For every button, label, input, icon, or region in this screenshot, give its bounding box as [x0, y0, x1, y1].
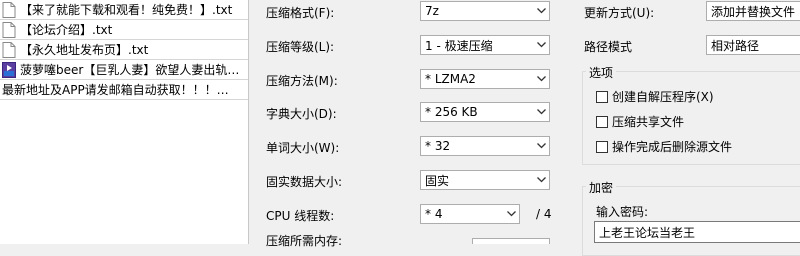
text-file-icon	[2, 21, 16, 38]
shared-files-checkbox-label: 压缩共享文件	[612, 115, 685, 129]
file-name: 菠萝噻beer【巨乳人妻】欲望人妻出轨…	[20, 63, 240, 77]
word-select-value: * 32	[425, 139, 451, 153]
file-list-item[interactable]: 最新地址及APP请发邮箱自动获取！！！…	[0, 80, 248, 100]
solid-select-value: 固实	[425, 173, 450, 188]
file-name: 【永久地址发布页】.txt	[20, 43, 149, 57]
level-select[interactable]: 1 - 极速压缩	[420, 35, 550, 55]
shared-files-checkbox[interactable]: 压缩共享文件	[596, 113, 684, 130]
update-select-value: 添加并替换文件	[711, 4, 796, 19]
format-label: 压缩格式(F):	[266, 6, 335, 20]
delete-source-checkbox-label: 操作完成后删除源文件	[612, 140, 733, 154]
dict-label: 字典大小(D):	[266, 107, 337, 121]
file-name: 最新地址及APP请发邮箱自动获取！！！…	[2, 83, 229, 97]
file-name: 【论坛介绍】.txt	[20, 23, 113, 37]
chevron-down-icon[interactable]	[533, 36, 549, 54]
file-list-item[interactable]: 【永久地址发布页】.txt	[0, 40, 248, 60]
encryption-group-title: 加密	[586, 179, 617, 196]
word-select[interactable]: * 32	[420, 136, 550, 156]
dict-select[interactable]: * 256 KB	[420, 102, 550, 122]
threads-select-value: * 4	[425, 207, 443, 221]
checkbox-box[interactable]	[596, 115, 608, 128]
method-label: 压缩方法(M):	[266, 74, 338, 88]
password-input[interactable]: 上老王论坛当老王	[594, 221, 800, 243]
chevron-down-icon[interactable]	[533, 103, 549, 121]
update-label: 更新方式(U):	[584, 6, 655, 20]
dict-select-value: * 256 KB	[425, 105, 478, 119]
threads-select[interactable]: * 4	[420, 204, 520, 224]
text-file-icon	[2, 41, 16, 58]
text-file-icon	[2, 1, 16, 18]
file-list-item[interactable]: 菠萝噻beer【巨乳人妻】欲望人妻出轨…	[0, 60, 248, 80]
solid-select[interactable]: 固实	[420, 170, 550, 190]
memory-label: 压缩所需内存:	[266, 234, 343, 248]
method-select[interactable]: * LZMA2	[420, 69, 550, 89]
file-list-item[interactable]: 【来了就能下载和观看！纯免费！】.txt	[0, 0, 248, 20]
word-label: 单词大小(W):	[266, 141, 340, 155]
update-select[interactable]: 添加并替换文件	[706, 1, 800, 21]
options-group-title: 选项	[586, 64, 617, 81]
sfx-checkbox-label: 创建自解压程序(X)	[612, 90, 714, 104]
chevron-down-icon[interactable]	[533, 171, 549, 189]
path-select[interactable]: 相对路径	[706, 35, 800, 55]
chevron-down-icon[interactable]	[533, 70, 549, 88]
file-list[interactable]: 【来了就能下载和观看！纯免费！】.txt 【论坛介绍】.txt 【永久地址发布页…	[0, 0, 249, 244]
threads-total: / 4	[536, 207, 552, 221]
password-label: 输入密码:	[596, 205, 649, 219]
format-select-value: 7z	[425, 4, 439, 18]
method-select-value: * LZMA2	[425, 72, 476, 86]
threads-label: CPU 线程数:	[266, 209, 335, 223]
file-name: 【来了就能下载和观看！纯免费！】.txt	[20, 3, 233, 17]
path-select-value: 相对路径	[711, 38, 760, 53]
sfx-checkbox[interactable]: 创建自解压程序(X)	[596, 88, 714, 105]
level-label: 压缩等级(L):	[266, 40, 335, 54]
memory-value-field	[472, 238, 550, 244]
format-select[interactable]: 7z	[420, 1, 550, 21]
delete-source-checkbox[interactable]: 操作完成后删除源文件	[596, 138, 732, 155]
file-list-item[interactable]: 【论坛介绍】.txt	[0, 20, 248, 40]
checkbox-box[interactable]	[596, 90, 608, 103]
media-file-icon	[2, 61, 16, 78]
chevron-down-icon[interactable]	[503, 205, 519, 223]
solid-label: 固实数据大小:	[266, 175, 343, 189]
chevron-down-icon[interactable]	[533, 2, 549, 20]
path-label: 路径模式	[584, 40, 633, 54]
checkbox-box[interactable]	[596, 140, 608, 153]
level-select-value: 1 - 极速压缩	[425, 38, 493, 53]
chevron-down-icon[interactable]	[533, 137, 549, 155]
